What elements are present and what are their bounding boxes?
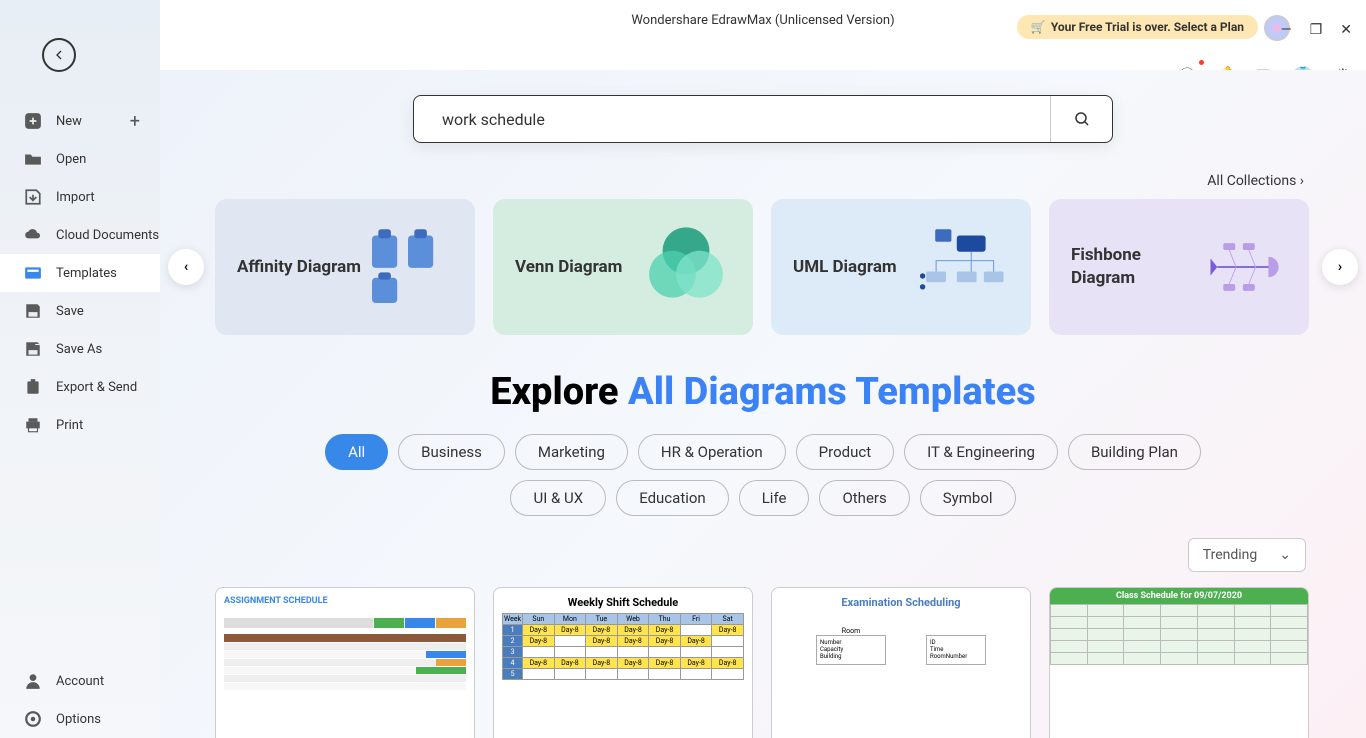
plus-icon[interactable]: + (130, 111, 140, 132)
carousel-next[interactable]: › (1322, 249, 1358, 285)
filter-product[interactable]: Product (796, 434, 894, 470)
import-icon (24, 188, 42, 206)
filter-it[interactable]: IT & Engineering (904, 434, 1058, 470)
fishbone-icon (1202, 222, 1287, 312)
filter-education[interactable]: Education (616, 480, 729, 516)
sidebar-label: Options (56, 712, 101, 727)
search-button[interactable] (1050, 96, 1112, 142)
sidebar-label: Cloud Documents (56, 228, 159, 243)
chevron-down-icon: ⌄ (1279, 547, 1291, 563)
sidebar-label: Open (56, 152, 86, 167)
template-card[interactable]: Class Schedule for 09/07/2020 (1049, 587, 1309, 738)
back-button[interactable] (42, 38, 76, 72)
sort-value: Trending (1203, 547, 1258, 563)
preview-title: Examination Scheduling (780, 596, 1022, 609)
sidebar-label: Templates (56, 266, 117, 281)
sidebar-label: Export & Send (56, 380, 137, 395)
filter-hr[interactable]: HR & Operation (638, 434, 786, 470)
cart-icon: 🛒 (1031, 20, 1046, 34)
card-title: Affinity Diagram (237, 256, 361, 279)
collection-card-affinity[interactable]: Affinity Diagram (215, 199, 475, 335)
template-card[interactable]: Weekly Shift Schedule WeekSunMonTueWebTh… (493, 587, 753, 738)
preview-title: ASSIGNMENT SCHEDULE (224, 596, 466, 606)
sidebar-item-templates[interactable]: Templates (0, 254, 160, 292)
template-card[interactable]: Examination Scheduling RoomNumberCapacit… (771, 587, 1031, 738)
sidebar-item-export[interactable]: Export & Send (0, 368, 160, 406)
filter-symbol[interactable]: Symbol (920, 480, 1016, 516)
chevron-right-icon: › (1300, 173, 1304, 189)
cloud-icon (24, 226, 42, 244)
print-icon (24, 416, 42, 434)
card-title: UML Diagram (793, 256, 897, 279)
search-input[interactable] (414, 110, 1050, 129)
sidebar-item-new[interactable]: New + (0, 102, 160, 140)
saveas-icon (24, 340, 42, 358)
preview-title: Class Schedule for 09/07/2020 (1050, 588, 1308, 604)
filter-uiux[interactable]: UI & UX (510, 480, 606, 516)
arrow-left-icon (51, 47, 67, 63)
filter-business[interactable]: Business (398, 434, 505, 470)
sidebar-label: Save As (56, 342, 102, 357)
card-title: Venn Diagram (515, 256, 622, 279)
sidebar-item-options[interactable]: Options (0, 700, 160, 738)
templates-icon (24, 264, 42, 282)
collection-card-uml[interactable]: UML Diagram (771, 199, 1031, 335)
account-icon (24, 672, 42, 690)
gear-icon (24, 710, 42, 728)
filter-others[interactable]: Others (819, 480, 909, 516)
filter-marketing[interactable]: Marketing (515, 434, 628, 470)
carousel-prev[interactable]: ‹ (168, 249, 204, 285)
preview-title: Weekly Shift Schedule (502, 596, 744, 609)
window-minimize[interactable]: — (1281, 22, 1292, 38)
sidebar-label: New (56, 114, 82, 129)
filter-building[interactable]: Building Plan (1068, 434, 1201, 470)
sidebar-label: Print (56, 418, 83, 433)
sidebar-item-open[interactable]: Open (0, 140, 160, 178)
all-collections-link[interactable]: All Collections › (160, 143, 1366, 199)
trial-text: Your Free Trial is over. Select a Plan (1051, 20, 1244, 34)
sidebar-item-saveas[interactable]: Save As (0, 330, 160, 368)
sidebar-item-cloud[interactable]: Cloud Documents (0, 216, 160, 254)
folder-icon (24, 150, 42, 168)
sidebar-label: Save (56, 304, 84, 319)
search-icon (1074, 111, 1090, 127)
sidebar-item-import[interactable]: Import (0, 178, 160, 216)
sidebar-label: Import (56, 190, 95, 205)
plus-square-icon (24, 112, 42, 130)
collection-card-venn[interactable]: Venn Diagram (493, 199, 753, 335)
window-maximize[interactable]: ❐ (1310, 22, 1323, 38)
venn-icon (641, 222, 731, 312)
sidebar-label: Account (56, 674, 104, 689)
sidebar-item-save[interactable]: Save (0, 292, 160, 330)
collection-card-fishbone[interactable]: Fishbone Diagram (1049, 199, 1309, 335)
explore-heading: Explore All Diagrams Templates (160, 370, 1366, 414)
uml-icon (919, 222, 1009, 312)
sort-dropdown[interactable]: Trending ⌄ (1188, 538, 1306, 572)
card-title: Fishbone Diagram (1071, 244, 1202, 290)
filter-all[interactable]: All (325, 434, 388, 470)
window-close[interactable]: ✕ (1340, 22, 1352, 38)
template-card[interactable]: ASSIGNMENT SCHEDULE (215, 587, 475, 738)
sidebar-item-print[interactable]: Print (0, 406, 160, 444)
filter-life[interactable]: Life (739, 480, 810, 516)
save-icon (24, 302, 42, 320)
trial-banner[interactable]: 🛒 Your Free Trial is over. Select a Plan (1017, 15, 1258, 39)
affinity-icon (363, 222, 453, 312)
sidebar-item-account[interactable]: Account (0, 662, 160, 700)
window-title: Wondershare EdrawMax (Unlicensed Version… (631, 13, 894, 28)
export-icon (24, 378, 42, 396)
